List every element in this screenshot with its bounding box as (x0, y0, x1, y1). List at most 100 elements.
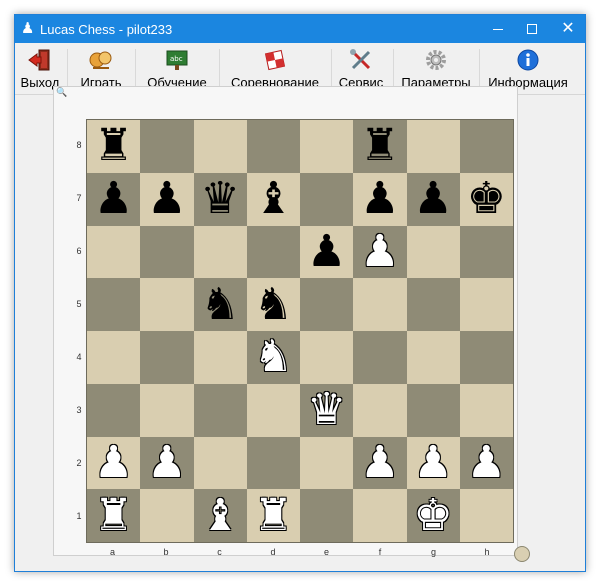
square-c7[interactable]: ♛ (193, 172, 247, 226)
square-e3[interactable]: ♛ (300, 383, 354, 437)
black-pawn-icon[interactable]: ♟ (307, 229, 346, 274)
square-a4[interactable] (87, 331, 141, 384)
square-b3[interactable] (140, 383, 194, 437)
black-king-icon[interactable]: ♚ (467, 177, 506, 221)
square-c6[interactable] (193, 225, 247, 279)
square-f4[interactable] (353, 331, 407, 384)
square-f6[interactable]: ♟ (353, 225, 407, 279)
square-b2[interactable]: ♟ (140, 436, 194, 490)
square-a5[interactable] (87, 278, 141, 331)
square-c1[interactable]: ♝ (193, 489, 247, 542)
square-g6[interactable] (406, 225, 460, 279)
square-e2[interactable] (300, 436, 354, 490)
square-d2[interactable] (246, 436, 300, 490)
white-pawn-icon[interactable]: ♟ (413, 440, 452, 485)
square-b7[interactable]: ♟ (140, 172, 194, 226)
white-rook-icon[interactable]: ♜ (254, 493, 293, 538)
square-g3[interactable] (406, 383, 460, 437)
square-g7[interactable]: ♟ (406, 172, 460, 226)
white-queen-icon[interactable]: ♛ (307, 388, 346, 432)
white-pawn-icon[interactable]: ♟ (94, 440, 133, 485)
square-e8[interactable] (300, 120, 354, 173)
square-h1[interactable] (459, 489, 513, 542)
rank-label: 6 (76, 245, 82, 256)
white-rook-icon[interactable]: ♜ (94, 493, 133, 538)
square-h6[interactable] (459, 225, 513, 279)
black-rook-icon[interactable]: ♜ (360, 124, 399, 168)
square-h3[interactable] (459, 383, 513, 437)
black-pawn-icon[interactable]: ♟ (360, 177, 399, 221)
title-bar[interactable]: ♟ Lucas Chess - pilot233 ✕ (15, 15, 585, 43)
black-rook-icon[interactable]: ♜ (94, 124, 133, 168)
square-c5[interactable]: ♞ (193, 278, 247, 331)
square-a8[interactable]: ♜ (87, 120, 141, 173)
square-b1[interactable] (140, 489, 194, 542)
square-f1[interactable] (353, 489, 407, 542)
square-c2[interactable] (193, 436, 247, 490)
square-d4[interactable]: ♞ (246, 331, 300, 384)
square-g5[interactable] (406, 278, 460, 331)
file-label: e (323, 547, 329, 557)
square-c3[interactable] (193, 383, 247, 437)
black-knight-icon[interactable]: ♞ (200, 282, 239, 327)
status-indicator[interactable] (514, 546, 530, 562)
square-h2[interactable]: ♟ (459, 436, 513, 490)
black-queen-icon[interactable]: ♛ (200, 177, 239, 221)
black-pawn-icon[interactable]: ♟ (94, 177, 133, 221)
square-a7[interactable]: ♟ (87, 172, 141, 226)
square-f2[interactable]: ♟ (353, 436, 407, 490)
square-d5[interactable]: ♞ (246, 278, 300, 331)
white-pawn-icon[interactable]: ♟ (360, 440, 399, 485)
rank-label: 4 (76, 351, 82, 362)
white-knight-icon[interactable]: ♞ (254, 335, 293, 379)
square-e5[interactable] (300, 278, 354, 331)
square-c8[interactable] (193, 120, 247, 173)
chess-board[interactable]: ♜ ♜ ♟ ♟ ♛ ♝ ♟ ♟ ♚ ♟ ♟ ♞ ♞ ♞ ♛ ♟ ♟ ♟ ♟ ♟ ♜ ♝ ♜ ♚ (86, 119, 514, 543)
square-d3[interactable] (246, 383, 300, 437)
maximize-button[interactable] (515, 15, 549, 43)
square-f7[interactable]: ♟ (353, 172, 407, 226)
square-c4[interactable] (193, 331, 247, 384)
square-h5[interactable] (459, 278, 513, 331)
pin-icon[interactable]: 🔍 (56, 87, 67, 98)
square-a6[interactable] (87, 225, 141, 279)
close-button[interactable]: ✕ (551, 15, 585, 43)
square-d1[interactable]: ♜ (246, 489, 300, 542)
square-d7[interactable]: ♝ (246, 172, 300, 226)
white-pawn-icon[interactable]: ♟ (467, 440, 506, 485)
white-pawn-icon[interactable]: ♟ (360, 229, 399, 274)
square-g4[interactable] (406, 331, 460, 384)
square-b8[interactable] (140, 120, 194, 173)
square-g8[interactable] (406, 120, 460, 173)
square-e4[interactable] (300, 331, 354, 384)
square-f8[interactable]: ♜ (353, 120, 407, 173)
square-f3[interactable] (353, 383, 407, 437)
white-king-icon[interactable]: ♚ (413, 493, 452, 538)
minimize-button[interactable] (481, 15, 515, 43)
square-d6[interactable] (246, 225, 300, 279)
square-e7[interactable] (300, 172, 354, 226)
square-e6[interactable]: ♟ (300, 225, 354, 279)
square-b4[interactable] (140, 331, 194, 384)
square-g1[interactable]: ♚ (406, 489, 460, 542)
square-a2[interactable]: ♟ (87, 436, 141, 490)
square-d8[interactable] (246, 120, 300, 173)
black-pawn-icon[interactable]: ♟ (147, 177, 186, 221)
white-bishop-icon[interactable]: ♝ (200, 493, 239, 538)
square-g2[interactable]: ♟ (406, 436, 460, 490)
square-b6[interactable] (140, 225, 194, 279)
square-e1[interactable] (300, 489, 354, 542)
square-h4[interactable] (459, 331, 513, 384)
square-a3[interactable] (87, 383, 141, 437)
square-b5[interactable] (140, 278, 194, 331)
square-f5[interactable] (353, 278, 407, 331)
black-knight-icon[interactable]: ♞ (254, 282, 293, 327)
rank-label: 8 (76, 139, 82, 150)
square-a1[interactable]: ♜ (87, 489, 141, 542)
black-bishop-icon[interactable]: ♝ (254, 177, 293, 221)
black-pawn-icon[interactable]: ♟ (413, 177, 452, 221)
white-pawn-icon[interactable]: ♟ (147, 440, 186, 485)
square-h7[interactable]: ♚ (459, 172, 513, 226)
rank-label: 5 (76, 298, 82, 309)
square-h8[interactable] (459, 120, 513, 173)
